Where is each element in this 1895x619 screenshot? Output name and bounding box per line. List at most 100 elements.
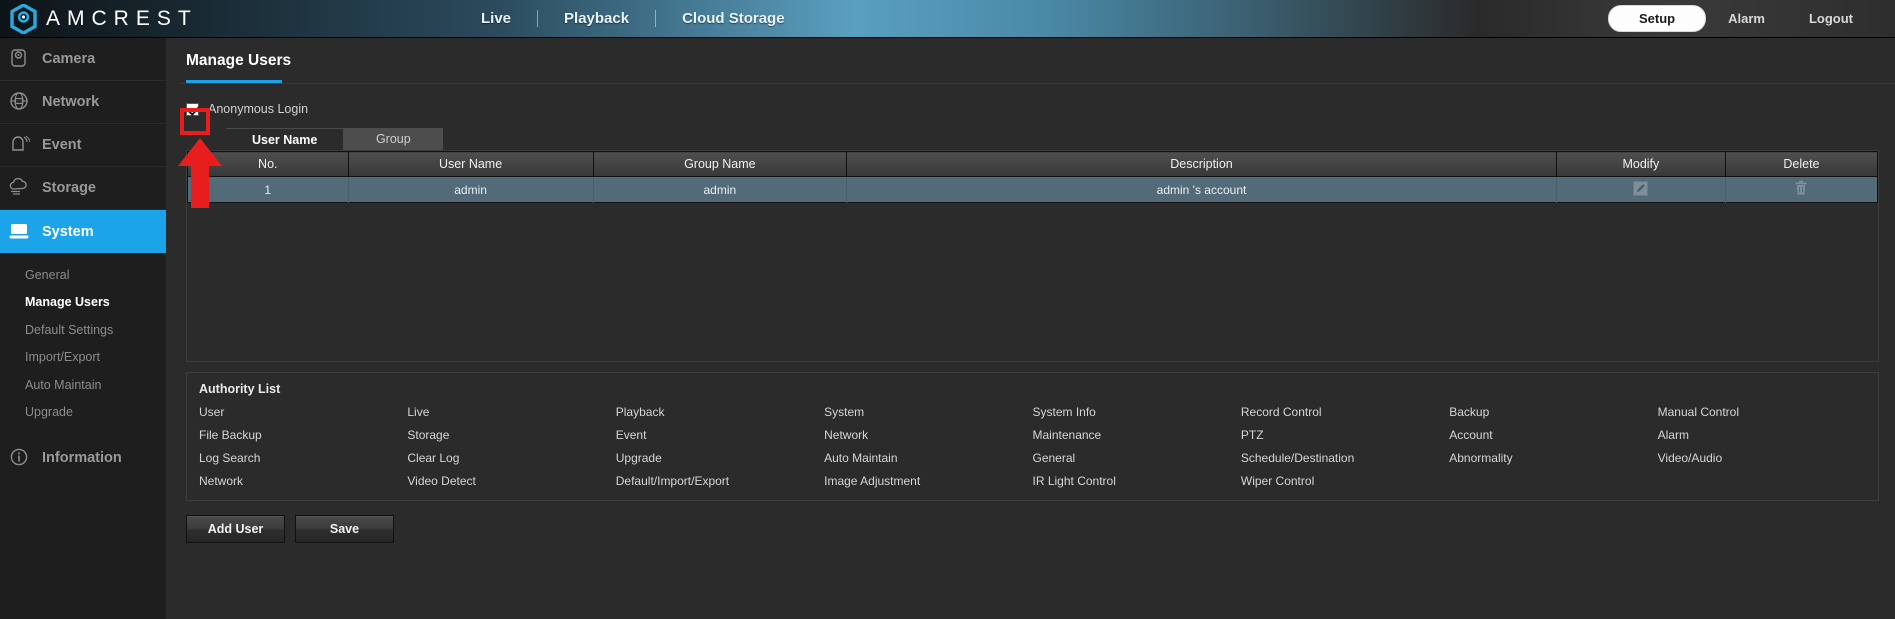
sidebar-subitem-manage-users[interactable]: Manage Users [0,289,166,317]
sidebar-item-network[interactable]: Network [0,81,166,124]
users-table: No. User Name Group Name Description Mod… [187,151,1878,203]
nav-link-live[interactable]: Live [455,10,537,27]
authority-item-empty [1658,474,1866,488]
authority-item[interactable]: IR Light Control [1033,474,1241,488]
brand-logo[interactable]: AMCREST [0,4,230,34]
authority-item[interactable]: Record Control [1241,405,1449,419]
tab-user-name[interactable]: User Name [226,128,343,150]
camera-icon [8,48,32,70]
sidebar-spacer [0,426,166,436]
add-user-button[interactable]: Add User [186,515,285,543]
authority-item[interactable]: Alarm [1658,428,1866,442]
sidebar-subitem-general[interactable]: General [0,261,166,289]
sidebar-item-event[interactable]: Event [0,124,166,167]
sidebar-subitem-label: Import/Export [25,350,100,364]
cell-delete [1725,177,1877,203]
column-header-modify: Modify [1556,152,1725,177]
header-actions: Setup Alarm Logout [1608,5,1895,32]
authority-item[interactable]: User [199,405,407,419]
nav-link-cloud-storage[interactable]: Cloud Storage [656,10,811,27]
cell-group-name: admin [593,177,847,203]
authority-item[interactable]: Video Detect [407,474,615,488]
authority-item[interactable]: Event [616,428,824,442]
table-row[interactable]: 1 admin admin admin 's account [188,177,1878,203]
sidebar-item-system[interactable]: System [0,210,166,253]
monitor-system-icon [8,221,32,243]
authority-item[interactable]: Storage [407,428,615,442]
authority-item[interactable]: File Backup [199,428,407,442]
authority-item[interactable]: Network [199,474,407,488]
authority-item[interactable]: PTZ [1241,428,1449,442]
sidebar-subitem-label: Manage Users [25,295,110,309]
nav-link-playback[interactable]: Playback [538,10,655,27]
logout-button[interactable]: Logout [1787,11,1875,26]
authority-list-title: Authority List [199,382,1866,396]
page-title: Manage Users [186,52,291,80]
trash-delete-icon[interactable] [1794,180,1808,199]
sidebar-subitem-label: Auto Maintain [25,378,101,392]
cell-no: 1 [188,177,349,203]
authority-item[interactable]: Live [407,405,615,419]
header-nav: Live Playback Cloud Storage [455,10,811,27]
authority-item[interactable]: Schedule/Destination [1241,451,1449,465]
tab-group[interactable]: Group [343,128,443,150]
sidebar-item-storage[interactable]: Storage [0,167,166,210]
column-header-user-name: User Name [348,152,593,177]
sidebar-spacer [0,253,166,261]
brand-name: AMCREST [46,7,198,31]
authority-item[interactable]: Default/Import/Export [616,474,824,488]
authority-list-box: Authority List User Live Playback System… [186,372,1879,501]
sidebar-subitem-label: General [25,268,69,282]
authority-item[interactable]: Video/Audio [1658,451,1866,465]
app-body: Camera Network [0,38,1895,619]
authority-item[interactable]: Clear Log [407,451,615,465]
sidebar-subitem-label: Default Settings [25,323,113,337]
sidebar-item-information[interactable]: Information [0,436,166,479]
user-group-tabstrip: User Name Group [226,128,1879,150]
authority-item[interactable]: System Info [1033,405,1241,419]
authority-item[interactable]: System [824,405,1032,419]
authority-item[interactable]: Upgrade [616,451,824,465]
authority-item[interactable]: Manual Control [1658,405,1866,419]
authority-item[interactable]: Auto Maintain [824,451,1032,465]
globe-network-icon [8,91,32,113]
amcrest-web-ui: AMCREST Live Playback Cloud Storage Setu… [0,0,1895,619]
authority-item[interactable]: Wiper Control [1241,474,1449,488]
table-header-row: No. User Name Group Name Description Mod… [188,152,1878,177]
authority-item[interactable]: Account [1449,428,1657,442]
setup-button[interactable]: Setup [1608,5,1706,32]
authority-item[interactable]: Maintenance [1033,428,1241,442]
alarm-button[interactable]: Alarm [1706,11,1787,26]
cell-modify [1556,177,1725,203]
authority-item-empty [1449,474,1657,488]
authority-item[interactable]: Abnormality [1449,451,1657,465]
column-header-group-name: Group Name [593,152,847,177]
action-buttons: Add User Save [186,515,1879,543]
authority-item[interactable]: Network [824,428,1032,442]
save-button[interactable]: Save [295,515,394,543]
sidebar-subitem-import-export[interactable]: Import/Export [0,344,166,372]
pencil-edit-icon[interactable] [1633,181,1648,199]
sidebar-item-label: Storage [42,180,96,196]
sidebar-item-label: Information [42,450,122,466]
authority-list-grid: User Live Playback System System Info Re… [199,405,1866,488]
authority-item[interactable]: General [1033,451,1241,465]
anonymous-login-row: Anonymous Login [186,98,1879,120]
sidebar-subitem-upgrade[interactable]: Upgrade [0,399,166,427]
authority-item[interactable]: Playback [616,405,824,419]
users-table-container[interactable]: No. User Name Group Name Description Mod… [186,150,1879,362]
sidebar-subitem-auto-maintain[interactable]: Auto Maintain [0,371,166,399]
sidebar-item-label: System [42,224,94,240]
authority-item[interactable]: Backup [1449,405,1657,419]
app-header: AMCREST Live Playback Cloud Storage Setu… [0,0,1895,38]
authority-item[interactable]: Log Search [199,451,407,465]
sidebar-subitem-default-settings[interactable]: Default Settings [0,316,166,344]
sidebar-item-camera[interactable]: Camera [0,38,166,81]
authority-item[interactable]: Image Adjustment [824,474,1032,488]
column-header-no: No. [188,152,349,177]
main-content: Manage Users Anonymous Login User Name G… [166,38,1895,619]
anonymous-login-checkbox[interactable] [186,103,199,116]
cell-user-name: admin [348,177,593,203]
column-header-description: Description [847,152,1557,177]
cell-description: admin 's account [847,177,1557,203]
